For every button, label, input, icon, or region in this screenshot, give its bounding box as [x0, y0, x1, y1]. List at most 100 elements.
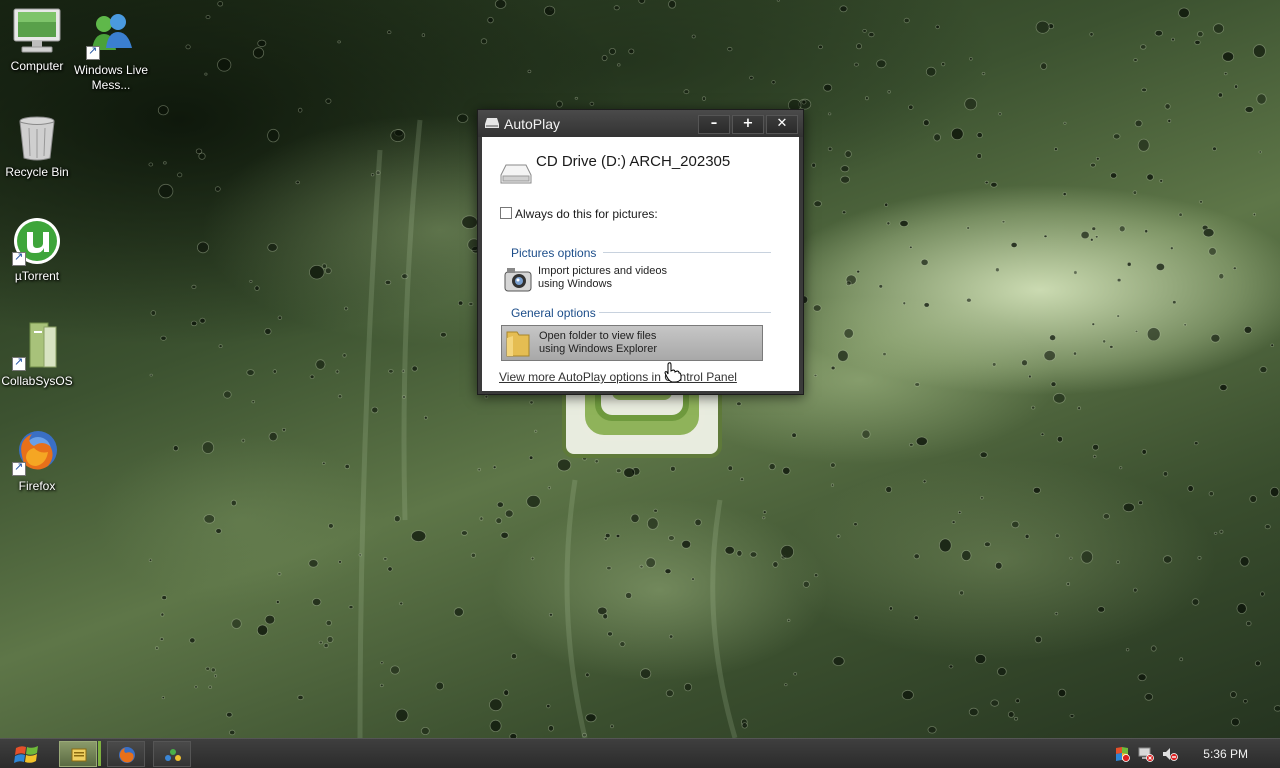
rain-drop — [1040, 432, 1045, 436]
rain-drop — [1063, 121, 1067, 125]
maximize-button[interactable]: + — [732, 115, 764, 134]
rain-drop — [1243, 699, 1248, 704]
rain-drop — [922, 479, 927, 484]
rain-drop — [1024, 533, 1030, 540]
close-button[interactable]: ✕ — [766, 115, 798, 134]
rain-drop — [959, 590, 965, 596]
rain-drop — [1256, 93, 1267, 105]
always-do-this-label[interactable]: Always do this for pictures: — [515, 207, 658, 221]
rain-drop — [1021, 359, 1028, 367]
rain-drop — [948, 664, 954, 669]
rain-drop — [343, 306, 349, 311]
rain-drop — [439, 332, 447, 338]
rain-drop — [827, 146, 833, 152]
rain-drop — [1080, 230, 1090, 240]
rain-drop — [784, 683, 788, 687]
rain-drop — [853, 522, 858, 527]
rain-drop — [841, 210, 847, 215]
taskbar-firefox-button[interactable] — [107, 741, 145, 767]
rain-drop — [923, 302, 930, 308]
desktop-icon-firefox[interactable]: Firefox — [0, 426, 75, 494]
volume-muted-icon[interactable] — [1162, 746, 1178, 762]
rain-drop — [1253, 44, 1266, 58]
rain-drop — [1007, 711, 1015, 718]
control-panel-link[interactable]: View more AutoPlay options in Control Pa… — [499, 370, 737, 384]
rain-drop — [668, 0, 677, 9]
rain-drop — [668, 535, 675, 541]
rain-drop — [421, 33, 426, 37]
rain-drop — [585, 672, 590, 678]
rain-drop — [1054, 533, 1060, 539]
rain-drop — [252, 47, 265, 59]
rain-drop — [268, 431, 278, 442]
desktop-icon-computer[interactable]: Computer — [0, 6, 75, 74]
rain-drop — [1137, 138, 1150, 152]
network-disconnected-icon[interactable] — [1138, 746, 1154, 762]
rain-drop — [480, 38, 488, 45]
rain-drop — [1239, 556, 1250, 567]
rain-drop — [161, 595, 168, 600]
rain-drop — [836, 534, 841, 539]
rain-drop — [1032, 486, 1041, 494]
rain-drop — [1054, 147, 1058, 152]
rain-drop — [1172, 300, 1177, 305]
rain-drop — [1258, 150, 1262, 154]
rain-drop — [741, 722, 748, 729]
rain-drop — [876, 59, 887, 69]
rain-drop — [1089, 32, 1094, 37]
computer-icon — [12, 6, 62, 56]
minimize-button[interactable]: – — [698, 115, 730, 134]
action-center-flag-icon[interactable] — [1114, 746, 1130, 762]
option-open-folder[interactable]: Open folder to view files using Windows … — [501, 325, 763, 361]
rain-drop — [370, 173, 375, 177]
rain-drop — [163, 161, 167, 165]
rain-drop — [853, 62, 859, 67]
rain-drop — [390, 129, 406, 143]
rain-drop — [1125, 648, 1130, 652]
rain-drop — [1091, 322, 1095, 326]
section-divider — [599, 312, 771, 313]
rain-drop — [1194, 39, 1201, 45]
rain-drop — [477, 467, 481, 472]
rain-drop — [938, 538, 952, 553]
title-bar[interactable]: AutoPlay – + ✕ — [478, 110, 803, 137]
rain-drop — [922, 119, 930, 127]
rain-drop — [379, 683, 384, 688]
rain-drop — [602, 613, 608, 620]
rain-drop — [830, 365, 836, 371]
rain-drop — [395, 708, 409, 722]
rain-drop — [992, 362, 997, 367]
rain-drop — [401, 273, 409, 280]
rain-drop — [335, 369, 340, 374]
rain-drop — [653, 508, 658, 513]
start-button-windows-icon[interactable] — [12, 743, 42, 765]
desktop-icon-collabsysos[interactable]: CollabSysOS — [0, 321, 75, 389]
rain-drop — [968, 707, 979, 717]
rain-drop — [597, 606, 608, 616]
rain-drop — [312, 598, 322, 607]
taskbar-clock[interactable]: 5:36 PM — [1203, 747, 1248, 761]
taskbar-network-button[interactable] — [153, 741, 191, 767]
rain-drop — [387, 566, 393, 572]
rain-drop — [1119, 466, 1123, 470]
rain-drop — [547, 486, 551, 490]
rain-drop — [529, 400, 534, 405]
desktop-icon-windows-live-messenger[interactable]: Windows Live Mess... — [73, 10, 149, 93]
rain-drop — [630, 513, 640, 523]
rain-drop — [837, 349, 849, 362]
option-import-pictures[interactable]: Import pictures and videos using Windows — [501, 261, 763, 297]
rain-drop — [981, 72, 986, 76]
rain-drop — [257, 39, 267, 48]
desktop-icon-recycle-bin[interactable]: Recycle Bin — [0, 112, 75, 180]
taskbar-explorer-button[interactable] — [59, 741, 97, 767]
rain-drop — [691, 34, 696, 39]
rain-drop — [823, 83, 833, 92]
rain-drop — [1137, 673, 1147, 682]
rain-drop — [1110, 172, 1118, 179]
always-do-this-checkbox[interactable] — [500, 207, 512, 219]
rain-drop — [813, 573, 819, 578]
rain-drop — [309, 374, 315, 379]
rain-drop — [453, 607, 464, 617]
rain-drop — [736, 401, 742, 406]
desktop-icon-utorrent[interactable]: µTorrent — [0, 216, 75, 284]
